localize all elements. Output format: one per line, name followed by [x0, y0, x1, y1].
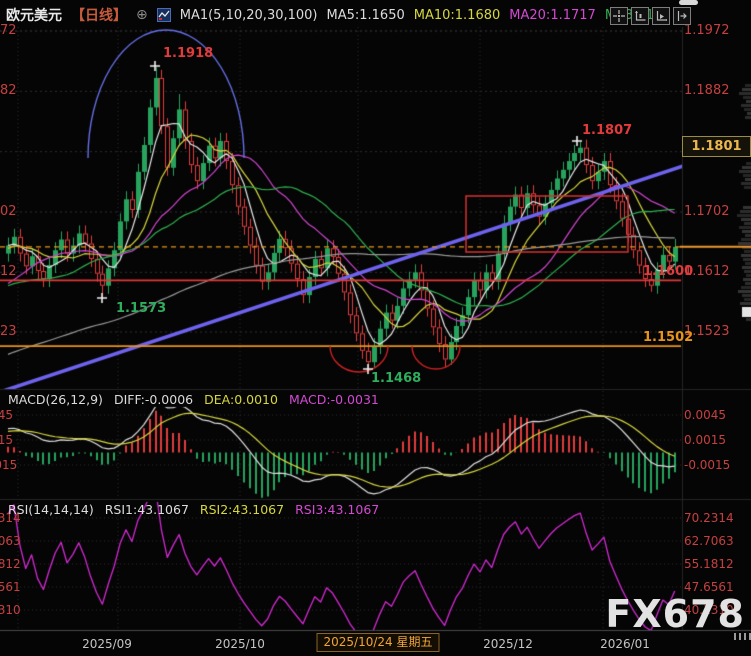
macd-macd-value: MACD:-0.0031	[289, 392, 379, 407]
price-axis-label: 1.1972	[684, 23, 730, 38]
macd-legend: MACD(26,12,9) DIFF:-0.0006 DEA:0.0010 MA…	[8, 392, 379, 407]
ma10-value: MA10:1.1680	[414, 8, 501, 23]
price-annotation: 1.1918	[163, 46, 213, 61]
rsi1-value: RSI1:43.1067	[105, 502, 189, 517]
price-annotation: 1.1573	[116, 301, 166, 316]
time-axis-label: 2025/10	[215, 637, 265, 651]
price-axis-label-left: 1.1972	[0, 23, 5, 38]
price-axis-label: 1.1702	[684, 204, 730, 219]
price-axis-label-left: 1.1523	[0, 324, 5, 339]
price-axis-label-left: 1.1702	[0, 204, 5, 219]
rsi-axis-label-left: 55.1812	[0, 557, 5, 571]
price-axis-label-left: 1.1612	[0, 264, 5, 279]
ma20-value: MA20:1.1717	[509, 8, 596, 23]
axis-play-icon[interactable]	[652, 7, 670, 25]
price-axis-label: 1.1882	[684, 83, 730, 98]
price-annotation: 1.1502	[643, 330, 693, 345]
macd-axis-label-left: 0.0015	[0, 433, 5, 447]
rsi-legend: RSI(14,14,14) RSI1:43.1067 RSI2:43.1067 …	[8, 502, 379, 517]
shift-right-icon[interactable]	[673, 7, 691, 25]
chart-canvas[interactable]	[0, 0, 751, 656]
time-axis-label: 2026/01	[600, 637, 650, 651]
price-annotation: 1.1600	[643, 264, 693, 279]
rsi-axis-label-left: 62.7063	[0, 534, 5, 548]
macd-axis-label: 0.0045	[684, 408, 726, 422]
rsi-axis-label: 55.1812	[684, 557, 734, 571]
time-axis-label: 2025/09	[82, 637, 132, 651]
period-label[interactable]: 【日线】	[71, 5, 127, 25]
rsi-axis-label-left: 40.1310	[0, 603, 5, 617]
symbol-name: 欧元美元	[6, 5, 62, 25]
rsi-axis-label: 62.7063	[684, 534, 734, 548]
ma5-value: MA5:1.1650	[327, 8, 405, 23]
crosshair-date-tag: 2025/10/24 星期五	[317, 633, 440, 652]
ma-settings-label: MA1(5,10,20,30,100)	[180, 8, 318, 23]
macd-axis-label-left: -0.0015	[0, 458, 5, 472]
macd-axis-label: 0.0015	[684, 433, 726, 447]
price-annotation: 1.1468	[371, 371, 421, 386]
chart-type-icon[interactable]	[157, 8, 171, 22]
circle-plus-icon[interactable]: ⊕	[136, 7, 148, 23]
rsi2-value: RSI2:43.1067	[200, 502, 284, 517]
rsi-title: RSI(14,14,14)	[8, 502, 94, 517]
macd-title: MACD(26,12,9)	[8, 392, 103, 407]
watermark: FX678	[605, 592, 745, 636]
macd-dea-value: DEA:0.0010	[204, 392, 278, 407]
chart-header: 欧元美元 【日线】 ⊕ MA1(5,10,20,30,100) MA5:1.16…	[6, 6, 654, 24]
macd-axis-label: -0.0015	[684, 458, 730, 472]
chart-toolbar	[610, 7, 691, 25]
macd-diff-value: DIFF:-0.0006	[114, 392, 193, 407]
rsi-axis-label-left: 47.6561	[0, 580, 5, 594]
time-axis-label: 2025/12	[483, 637, 533, 651]
crosshair-icon[interactable]	[610, 7, 628, 25]
rsi3-value: RSI3:43.1067	[295, 502, 379, 517]
rsi-axis-label: 70.2314	[684, 511, 734, 525]
price-axis-label-left: 1.1882	[0, 83, 5, 98]
macd-axis-label-left: 0.0045	[0, 408, 5, 422]
current-price-tag: 1.1801	[682, 136, 751, 157]
chart-app: 欧元美元 【日线】 ⊕ MA1(5,10,20,30,100) MA5:1.16…	[0, 0, 751, 656]
price-annotation: 1.1807	[582, 123, 632, 138]
axis-scale-icon[interactable]	[631, 7, 649, 25]
scroll-thumb	[679, 0, 698, 5]
rsi-axis-label-left: 70.2314	[0, 511, 5, 525]
